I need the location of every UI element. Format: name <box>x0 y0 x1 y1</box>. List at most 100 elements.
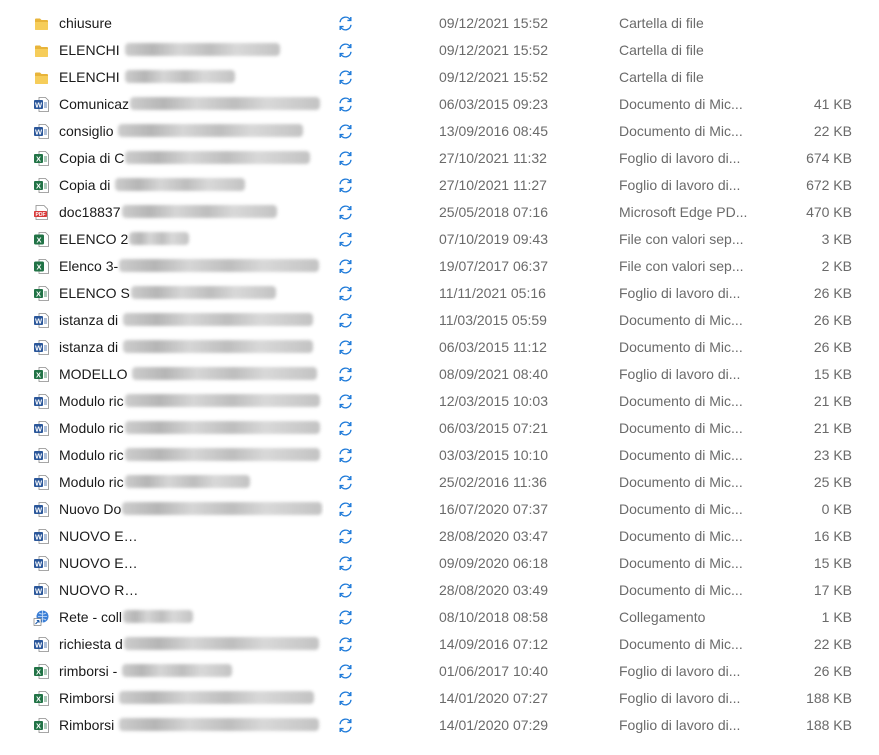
file-name[interactable]: Modulo ric <box>59 442 324 469</box>
file-name[interactable]: NUOVO E <box>59 550 324 577</box>
file-type: Foglio di lavoro di... <box>619 177 741 193</box>
sync-icon <box>337 555 354 572</box>
redacted-text <box>124 475 250 488</box>
file-row[interactable]: W NUOVO E 28/08/2020 03:47 Documento di Mic… <box>0 523 879 550</box>
file-name[interactable]: istanza di <box>59 307 324 334</box>
file-row[interactable]: X ELENCO S 11/11/2021 05:16 Foglio di lavor… <box>0 280 879 307</box>
file-row[interactable]: W Comunicaz 06/03/2015 09:23 Documento di M… <box>0 91 879 118</box>
file-size: 41 KB <box>813 96 852 112</box>
file-row[interactable]: W NUOVO R 28/08/2020 03:49 Documento di Mic… <box>0 577 879 604</box>
file-type: Documento di Mic... <box>619 393 743 409</box>
file-name[interactable]: Rete - coll <box>59 604 324 631</box>
file-type: Documento di Mic... <box>619 96 743 112</box>
file-row[interactable]: X Rimborsi 14/01/2020 07:27 Foglio di lavo… <box>0 685 879 712</box>
file-name[interactable]: NUOVO R <box>59 577 324 604</box>
file-row[interactable]: X Copia di C 27/10/2021 11:32 Foglio di lav… <box>0 145 879 172</box>
redacted-text <box>124 448 320 461</box>
file-name[interactable]: ELENCHI <box>59 37 324 64</box>
file-name[interactable]: ELENCO 2 <box>59 226 324 253</box>
file-name[interactable]: Modulo ric <box>59 388 324 415</box>
file-date: 12/03/2015 10:03 <box>439 393 548 409</box>
file-name[interactable]: Copia di C <box>59 145 324 172</box>
file-row[interactable]: X MODELLO 08/09/2021 08:40 Foglio di lavor… <box>0 361 879 388</box>
file-name[interactable]: chiusure <box>59 10 324 37</box>
redacted-text <box>124 556 324 569</box>
file-size: 22 KB <box>813 123 852 139</box>
file-date: 25/05/2018 07:16 <box>439 204 548 220</box>
file-name[interactable]: istanza di <box>59 334 324 361</box>
file-row[interactable]: W Modulo ric 25/02/2016 11:36 Documento di … <box>0 469 879 496</box>
sync-icon <box>337 339 354 356</box>
file-row[interactable]: Wistanza di 11/03/2015 05:59 Documento di… <box>0 307 879 334</box>
file-name[interactable]: Copia di <box>59 172 324 199</box>
folder-icon <box>33 15 50 32</box>
file-name[interactable]: MODELLO <box>59 361 324 388</box>
file-name[interactable]: ELENCHI <box>59 64 324 91</box>
file-row[interactable]: chiusure 09/12/2021 15:52 Cartella di file <box>0 10 879 37</box>
file-row[interactable]: W Modulo ric 03/03/2015 10:10 Documento di … <box>0 442 879 469</box>
file-name[interactable]: Modulo ric <box>59 469 324 496</box>
redacted-text <box>119 718 320 731</box>
file-row[interactable]: W Modulo ric 12/03/2015 10:03 Documento di … <box>0 388 879 415</box>
file-row[interactable]: Rete - coll 08/10/2018 08:58 Collegamento 1… <box>0 604 879 631</box>
file-type: Documento di Mic... <box>619 123 743 139</box>
redacted-text <box>122 502 323 515</box>
file-name[interactable]: doc18837 <box>59 199 324 226</box>
file-type: Foglio di lavoro di... <box>619 285 741 301</box>
file-row[interactable]: Wrichiesta d 14/09/2016 07:12 Documento di… <box>0 631 879 658</box>
svg-text:W: W <box>35 505 43 514</box>
file-row[interactable]: X Rimborsi 14/01/2020 07:29 Foglio di lavo… <box>0 712 879 739</box>
file-name[interactable]: ELENCO S <box>59 280 324 307</box>
file-name[interactable]: consiglio <box>59 118 324 145</box>
file-name[interactable]: Nuovo Do <box>59 496 324 523</box>
file-row[interactable]: PDF doc18837 25/05/2018 07:16 Microsoft Edg… <box>0 199 879 226</box>
sync-icon <box>337 285 354 302</box>
file-row[interactable]: ELENCHI 09/12/2021 15:52 Cartella di file <box>0 64 879 91</box>
excel-icon: X <box>33 690 50 707</box>
file-name-text: istanza di <box>59 312 123 328</box>
file-row[interactable]: W Modulo ric 06/03/2015 07:21 Documento di … <box>0 415 879 442</box>
file-row[interactable]: Wistanza di 06/03/2015 11:12 Documento di… <box>0 334 879 361</box>
svg-text:W: W <box>35 451 43 460</box>
file-row[interactable]: Wconsiglio 13/09/2016 08:45 Documento di … <box>0 118 879 145</box>
excel-icon: X <box>33 285 50 302</box>
svg-text:W: W <box>35 100 43 109</box>
redacted-text <box>125 151 311 164</box>
pdf-icon: PDF <box>33 204 50 221</box>
sync-icon <box>337 420 354 437</box>
file-size: 17 KB <box>813 582 852 598</box>
file-name[interactable]: richiesta d <box>59 631 324 658</box>
file-type: Documento di Mic... <box>619 501 743 517</box>
word-icon: W <box>33 393 50 410</box>
redacted-text <box>124 43 280 56</box>
file-name[interactable]: Modulo ric <box>59 415 324 442</box>
file-name[interactable]: Rimborsi <box>59 685 324 712</box>
file-size: 0 KB <box>821 501 852 517</box>
file-size: 21 KB <box>813 420 852 436</box>
file-name[interactable]: NUOVO E <box>59 523 324 550</box>
file-name[interactable]: rimborsi - <box>59 658 324 685</box>
file-type: Cartella di file <box>619 15 704 31</box>
word-icon: W <box>33 474 50 491</box>
file-list: chiusure 09/12/2021 15:52 Cartella di file… <box>0 0 879 755</box>
file-row[interactable]: W Nuovo Do 16/07/2020 07:37 Documento di Mi… <box>0 496 879 523</box>
svg-text:X: X <box>36 289 41 298</box>
file-row[interactable]: Xrimborsi - 01/06/2017 10:40 Foglio di la… <box>0 658 879 685</box>
file-date: 27/10/2021 11:27 <box>439 177 547 193</box>
file-date: 03/03/2015 10:10 <box>439 447 548 463</box>
file-row[interactable]: X ELENCO 2 07/10/2019 09:43 File con valori… <box>0 226 879 253</box>
file-row[interactable]: X Elenco 3- 19/07/2017 06:37 File con valor… <box>0 253 879 280</box>
file-type: Foglio di lavoro di... <box>619 663 741 679</box>
file-row[interactable]: W NUOVO E 09/09/2020 06:18 Documento di Mic… <box>0 550 879 577</box>
file-row[interactable]: ELENCHI 09/12/2021 15:52 Cartella di file <box>0 37 879 64</box>
file-name[interactable]: Comunicaz <box>59 91 324 118</box>
file-date: 27/10/2021 11:32 <box>439 150 547 166</box>
svg-text:PDF: PDF <box>36 212 46 218</box>
redacted-text <box>119 259 320 272</box>
file-name[interactable]: Rimborsi <box>59 712 324 739</box>
file-type: Foglio di lavoro di... <box>619 150 741 166</box>
word-icon: W <box>33 582 50 599</box>
sync-icon <box>337 150 354 167</box>
file-row[interactable]: X Copia di 27/10/2021 11:27 Foglio di lavo… <box>0 172 879 199</box>
file-name[interactable]: Elenco 3- <box>59 253 324 280</box>
